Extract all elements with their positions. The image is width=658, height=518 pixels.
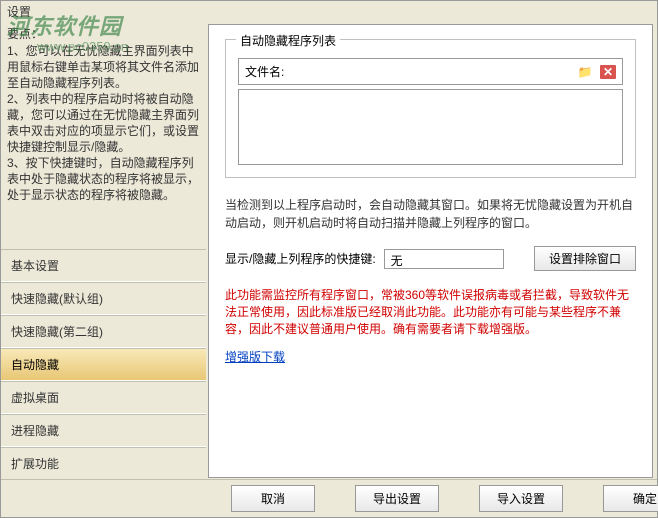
export-settings-button[interactable]: 导出设置 bbox=[355, 485, 439, 512]
program-list[interactable] bbox=[238, 89, 623, 165]
shortcut-row: 显示/隐藏上列程序的快捷键: 无 设置排除窗口 bbox=[225, 246, 636, 271]
browse-folder-icon[interactable] bbox=[576, 64, 594, 80]
nav-virtual-desktop[interactable]: 虚拟桌面 bbox=[1, 381, 206, 414]
nav-basic-settings[interactable]: 基本设置 bbox=[1, 249, 206, 282]
shortcut-label: 显示/隐藏上列程序的快捷键: bbox=[225, 250, 376, 267]
group-title: 自动隐藏程序列表 bbox=[236, 32, 340, 49]
enhanced-download-link[interactable]: 增强版下载 bbox=[225, 350, 285, 364]
nav-auto-hide[interactable]: 自动隐藏 bbox=[1, 348, 206, 381]
content: 要点： 1、您可以在无忧隐藏主界面列表中用鼠标右键单击某项将其文件名添加至自动隐… bbox=[1, 22, 657, 480]
ok-button[interactable]: 确定 bbox=[603, 485, 658, 512]
nav-quick-hide-second[interactable]: 快速隐藏(第二组) bbox=[1, 315, 206, 348]
file-label: 文件名: bbox=[245, 63, 284, 80]
file-bar: 文件名: ✕ bbox=[238, 58, 623, 85]
settings-window: 设置 河东软件园 www.pc0359.cn 要点： 1、您可以在无忧隐藏主界面… bbox=[0, 0, 658, 518]
nav-quick-hide-default[interactable]: 快速隐藏(默认组) bbox=[1, 282, 206, 315]
left-panel: 要点： 1、您可以在无忧隐藏主界面列表中用鼠标右键单击某项将其文件名添加至自动隐… bbox=[1, 22, 206, 480]
nav: 基本设置 快速隐藏(默认组) 快速隐藏(第二组) 自动隐藏 虚拟桌面 进程隐藏 … bbox=[1, 249, 206, 480]
cancel-button[interactable]: 取消 bbox=[231, 485, 315, 512]
tips-box: 要点： 1、您可以在无忧隐藏主界面列表中用鼠标右键单击某项将其文件名添加至自动隐… bbox=[1, 22, 206, 249]
tips-body: 1、您可以在无忧隐藏主界面列表中用鼠标右键单击某项将其文件名添加至自动隐藏程序列… bbox=[7, 43, 200, 203]
nav-process-hide[interactable]: 进程隐藏 bbox=[1, 414, 206, 447]
warning-text: 此功能需监控所有程序窗口，常被360等软件误报病毒或者拦截，导致软件无法正常使用… bbox=[225, 287, 636, 338]
import-settings-button[interactable]: 导入设置 bbox=[479, 485, 563, 512]
window-title: 设置 bbox=[1, 1, 657, 22]
description-text: 当检测到以上程序启动时，会自动隐藏其窗口。如果将无忧隐藏设置为开机自动启动，则开… bbox=[225, 196, 636, 232]
bottom-bar: 取消 导出设置 导入设置 确定 bbox=[1, 479, 657, 517]
exclude-windows-button[interactable]: 设置排除窗口 bbox=[534, 246, 636, 271]
tips-heading: 要点： bbox=[7, 26, 200, 42]
auto-hide-group: 自动隐藏程序列表 文件名: ✕ bbox=[225, 39, 636, 178]
delete-icon[interactable]: ✕ bbox=[600, 65, 616, 79]
nav-extensions[interactable]: 扩展功能 bbox=[1, 447, 206, 480]
shortcut-input[interactable]: 无 bbox=[384, 249, 504, 269]
right-panel: 自动隐藏程序列表 文件名: ✕ 当检测到以上程序启动时，会自动隐藏其窗口。如果将… bbox=[208, 24, 653, 478]
